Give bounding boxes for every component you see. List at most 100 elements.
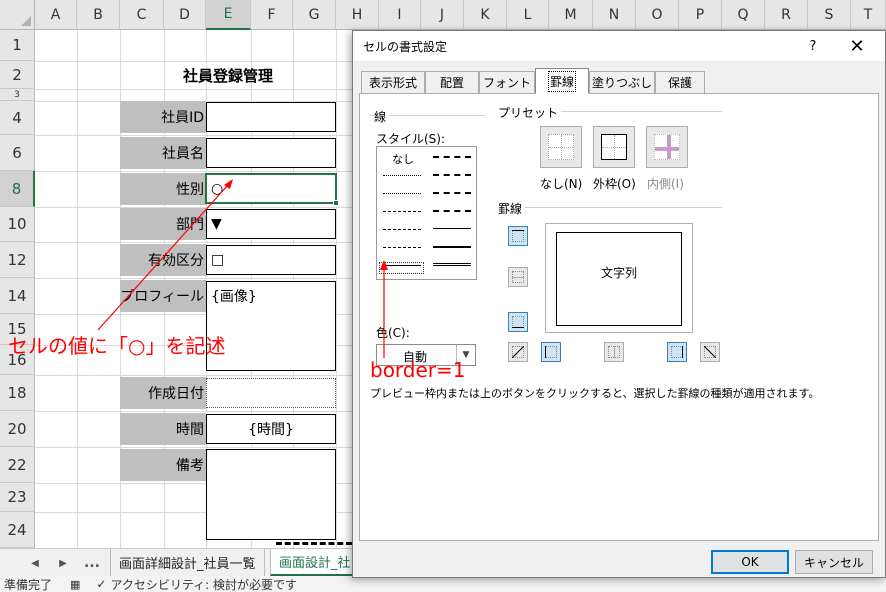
preset-none-icon [548, 134, 574, 160]
column-header[interactable]: B [77, 0, 120, 30]
column-header[interactable]: C [120, 0, 164, 30]
row-header[interactable]: 3 [0, 89, 35, 101]
macro-record-icon[interactable]: ▦ [70, 578, 80, 591]
tab-label: 保護 [667, 76, 692, 90]
line-style-option[interactable] [433, 156, 471, 158]
line-style-option[interactable] [433, 228, 471, 229]
row-header[interactable]: 24 [0, 512, 35, 548]
column-header[interactable]: K [464, 0, 507, 30]
column-header[interactable]: D [164, 0, 206, 30]
dialog-titlebar[interactable]: セルの書式設定 ? ✕ [353, 31, 885, 61]
dialog-title: セルの書式設定 [363, 40, 448, 54]
tab-fill[interactable]: 塗りつぶし [589, 71, 655, 93]
line-style-list[interactable]: なし [376, 146, 477, 280]
row-header[interactable]: 6 [0, 135, 35, 171]
column-header[interactable]: N [593, 0, 636, 30]
line-style-option[interactable] [383, 247, 421, 248]
column-header[interactable]: J [421, 0, 464, 30]
line-style-option[interactable] [433, 192, 471, 194]
select-all-corner[interactable] [0, 0, 35, 30]
border-top-button[interactable] [508, 226, 528, 246]
border-inside-horizontal-button[interactable] [508, 267, 528, 287]
row-header[interactable]: 12 [0, 242, 35, 278]
preset-outline-button[interactable] [593, 126, 635, 168]
annotation-border-note: border=1 [370, 358, 466, 382]
tab-border[interactable]: 罫線 [535, 68, 589, 94]
border-bottom-button[interactable] [508, 312, 528, 332]
status-accessibility[interactable]: アクセシビリティ: 検討が必要です [110, 576, 297, 592]
preset-none-button[interactable] [540, 126, 582, 168]
line-style-option[interactable] [383, 175, 421, 176]
column-header[interactable]: E [206, 0, 251, 30]
tab-number-format[interactable]: 表示形式 [361, 71, 425, 93]
column-header[interactable]: F [251, 0, 293, 30]
row-header[interactable]: 8 [0, 171, 35, 207]
border-tab-panel: 線 スタイル(S): なし 色(C): 自動 ▼ プリセット なし(N) 外枠(… [359, 93, 879, 541]
line-style-option[interactable] [433, 246, 471, 248]
row-header[interactable]: 2 [0, 61, 35, 89]
column-header[interactable]: I [379, 0, 421, 30]
active-cell-selection[interactable] [205, 173, 339, 206]
line-style-option[interactable] [383, 229, 421, 230]
preset-inside-label: 内側(I) [647, 177, 684, 191]
row-header[interactable]: 14 [0, 278, 35, 314]
border-right-button[interactable] [667, 342, 687, 362]
row-header[interactable]: 10 [0, 207, 35, 242]
status-bar: 準備完了 ▦ ✓ アクセシビリティ: 検討が必要です [0, 576, 886, 592]
line-style-none[interactable]: なし [392, 151, 414, 167]
field-cell-profile[interactable]: {画像} [206, 281, 336, 371]
sheet-tab[interactable]: 画面詳細設計_社員一覧 [110, 549, 265, 576]
tab-protection[interactable]: 保護 [655, 71, 705, 93]
field-cell-remarks[interactable] [206, 449, 336, 540]
row-header[interactable]: 23 [0, 483, 35, 512]
border-preview[interactable]: 文字列 [545, 223, 693, 333]
column-header[interactable]: S [808, 0, 851, 30]
field-cell-created-date[interactable] [206, 378, 336, 408]
tab-alignment[interactable]: 配置 [425, 71, 479, 93]
gridline [77, 30, 78, 548]
field-cell-department[interactable]: ▼ [206, 209, 336, 239]
field-cell-employee-name[interactable] [206, 138, 336, 168]
field-cell-valid-flag[interactable]: □ [206, 245, 336, 275]
column-header[interactable]: M [549, 0, 593, 30]
fill-handle[interactable] [333, 200, 339, 206]
column-header[interactable]: P [679, 0, 722, 30]
border-diagonal-up-button[interactable] [508, 342, 528, 362]
field-cell-employee-id[interactable] [206, 102, 336, 132]
column-header[interactable]: O [636, 0, 679, 30]
tab-prev-icon[interactable]: ◀ [24, 549, 46, 577]
column-header[interactable]: A [35, 0, 77, 30]
border-left-icon [545, 346, 557, 358]
field-cell-time[interactable]: {時間} [206, 414, 336, 444]
tab-more-button[interactable]: ... [80, 549, 104, 577]
column-header[interactable]: L [507, 0, 549, 30]
column-header[interactable]: R [765, 0, 808, 30]
tab-font[interactable]: フォント [479, 71, 535, 93]
help-icon[interactable]: ? [801, 34, 825, 58]
border-inside-vertical-button[interactable] [604, 342, 624, 362]
line-style-option[interactable] [433, 263, 471, 266]
border-left-button[interactable] [541, 342, 561, 362]
preset-inside-button[interactable] [646, 126, 688, 168]
row-header[interactable]: 4 [0, 101, 35, 135]
sheet-tab-active[interactable]: 画面設計_社 [270, 549, 354, 576]
line-style-option[interactable] [383, 211, 421, 212]
tab-next-icon[interactable]: ▶ [52, 549, 74, 577]
close-icon[interactable]: ✕ [843, 34, 871, 58]
border-diagonal-down-button[interactable] [700, 342, 720, 362]
row-header[interactable]: 18 [0, 375, 35, 411]
accessibility-icon[interactable]: ✓ [96, 577, 106, 591]
line-style-option[interactable] [383, 193, 421, 194]
line-style-option[interactable] [433, 210, 471, 212]
cancel-button[interactable]: キャンセル [795, 550, 873, 574]
column-header[interactable]: G [293, 0, 336, 30]
row-header[interactable]: 20 [0, 411, 35, 447]
row-header[interactable]: 22 [0, 447, 35, 483]
column-header[interactable]: H [336, 0, 379, 30]
line-style-option[interactable] [433, 174, 471, 176]
line-style-selected[interactable] [379, 262, 424, 274]
ok-button[interactable]: OK [711, 550, 789, 574]
row-header[interactable]: 1 [0, 30, 35, 61]
column-header[interactable]: T [851, 0, 886, 30]
column-header[interactable]: Q [722, 0, 765, 30]
